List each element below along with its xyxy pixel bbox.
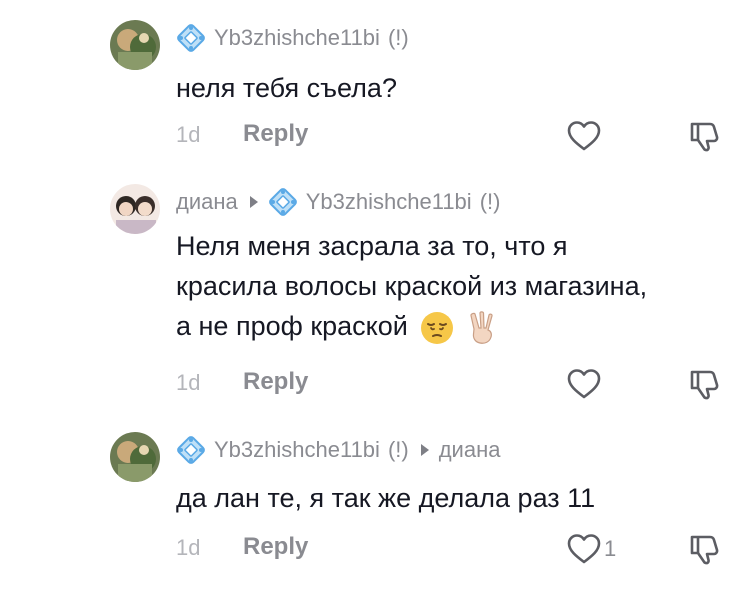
pensive-face-icon xyxy=(421,311,454,344)
author-name[interactable]: Yb3zhishche11bi xyxy=(214,437,380,463)
thumbs-down-outline-icon[interactable] xyxy=(686,366,722,402)
diamond-badge-icon xyxy=(176,435,206,465)
like-count: 1 xyxy=(604,536,617,561)
reply-button[interactable]: Reply xyxy=(243,120,308,148)
like-button[interactable] xyxy=(566,118,604,154)
comment-text: да лан те, я так же делала раз 11 xyxy=(176,478,736,518)
heart-outline-icon xyxy=(566,118,602,154)
reply-to-name[interactable]: Yb3zhishche11bi xyxy=(306,189,472,215)
reply-arrow-icon xyxy=(249,196,258,208)
comment-actions: 1d Reply 1 xyxy=(0,531,750,567)
victory-hand-icon xyxy=(470,311,493,344)
comment-actions: 1d Reply xyxy=(0,118,750,154)
thumbs-down-outline-icon[interactable] xyxy=(686,118,722,154)
diamond-badge-icon xyxy=(268,187,298,217)
like-button[interactable]: 1 xyxy=(566,531,616,567)
timestamp: 1d xyxy=(176,370,201,395)
comment-header: диана Yb3zhishche11bi (!) xyxy=(176,187,500,217)
reply-to-flag: (!) xyxy=(479,189,501,214)
avatar[interactable] xyxy=(110,20,160,70)
author-name[interactable]: диана xyxy=(176,189,238,215)
avatar[interactable] xyxy=(110,432,160,482)
author-flag: (!) xyxy=(387,437,409,462)
timestamp: 1d xyxy=(176,535,201,560)
comment-header: Yb3zhishche11bi (!) диана xyxy=(176,435,500,465)
avatar[interactable] xyxy=(110,184,160,234)
comment-header: Yb3zhishche11bi (!) xyxy=(176,23,409,53)
comment-line-with-emoji: а не проф краской xyxy=(176,306,736,346)
heart-outline-icon xyxy=(566,531,602,567)
avatar-photo-icon xyxy=(110,20,160,70)
reply-arrow-icon xyxy=(420,444,429,456)
diamond-badge-icon xyxy=(176,23,206,53)
like-button[interactable] xyxy=(566,366,604,402)
heart-outline-icon xyxy=(566,366,602,402)
comment-line: красила волосы краской из магазина, xyxy=(176,271,648,301)
comment-actions: 1d Reply xyxy=(0,366,750,402)
avatar-photo-icon xyxy=(110,184,160,234)
author-name[interactable]: Yb3zhishche11bi xyxy=(214,25,380,51)
reply-button[interactable]: Reply xyxy=(243,368,308,396)
author-flag: (!) xyxy=(387,25,409,50)
comment-line: да лан те, я так же делала раз 11 xyxy=(176,483,596,513)
comment-text: неля тебя съела? xyxy=(176,68,736,108)
comment-line: Неля меня засрала за то, что я xyxy=(176,231,568,261)
comment-line: неля тебя съела? xyxy=(176,73,397,103)
comment-text: Неля меня засрала за то, что я красила в… xyxy=(176,226,736,346)
thumbs-down-outline-icon[interactable] xyxy=(686,531,722,567)
comment-line: а не проф краской xyxy=(176,311,408,341)
reply-button[interactable]: Reply xyxy=(243,533,308,561)
timestamp: 1d xyxy=(176,122,201,147)
reply-to-name[interactable]: диана xyxy=(439,437,501,463)
avatar-photo-icon xyxy=(110,432,160,482)
